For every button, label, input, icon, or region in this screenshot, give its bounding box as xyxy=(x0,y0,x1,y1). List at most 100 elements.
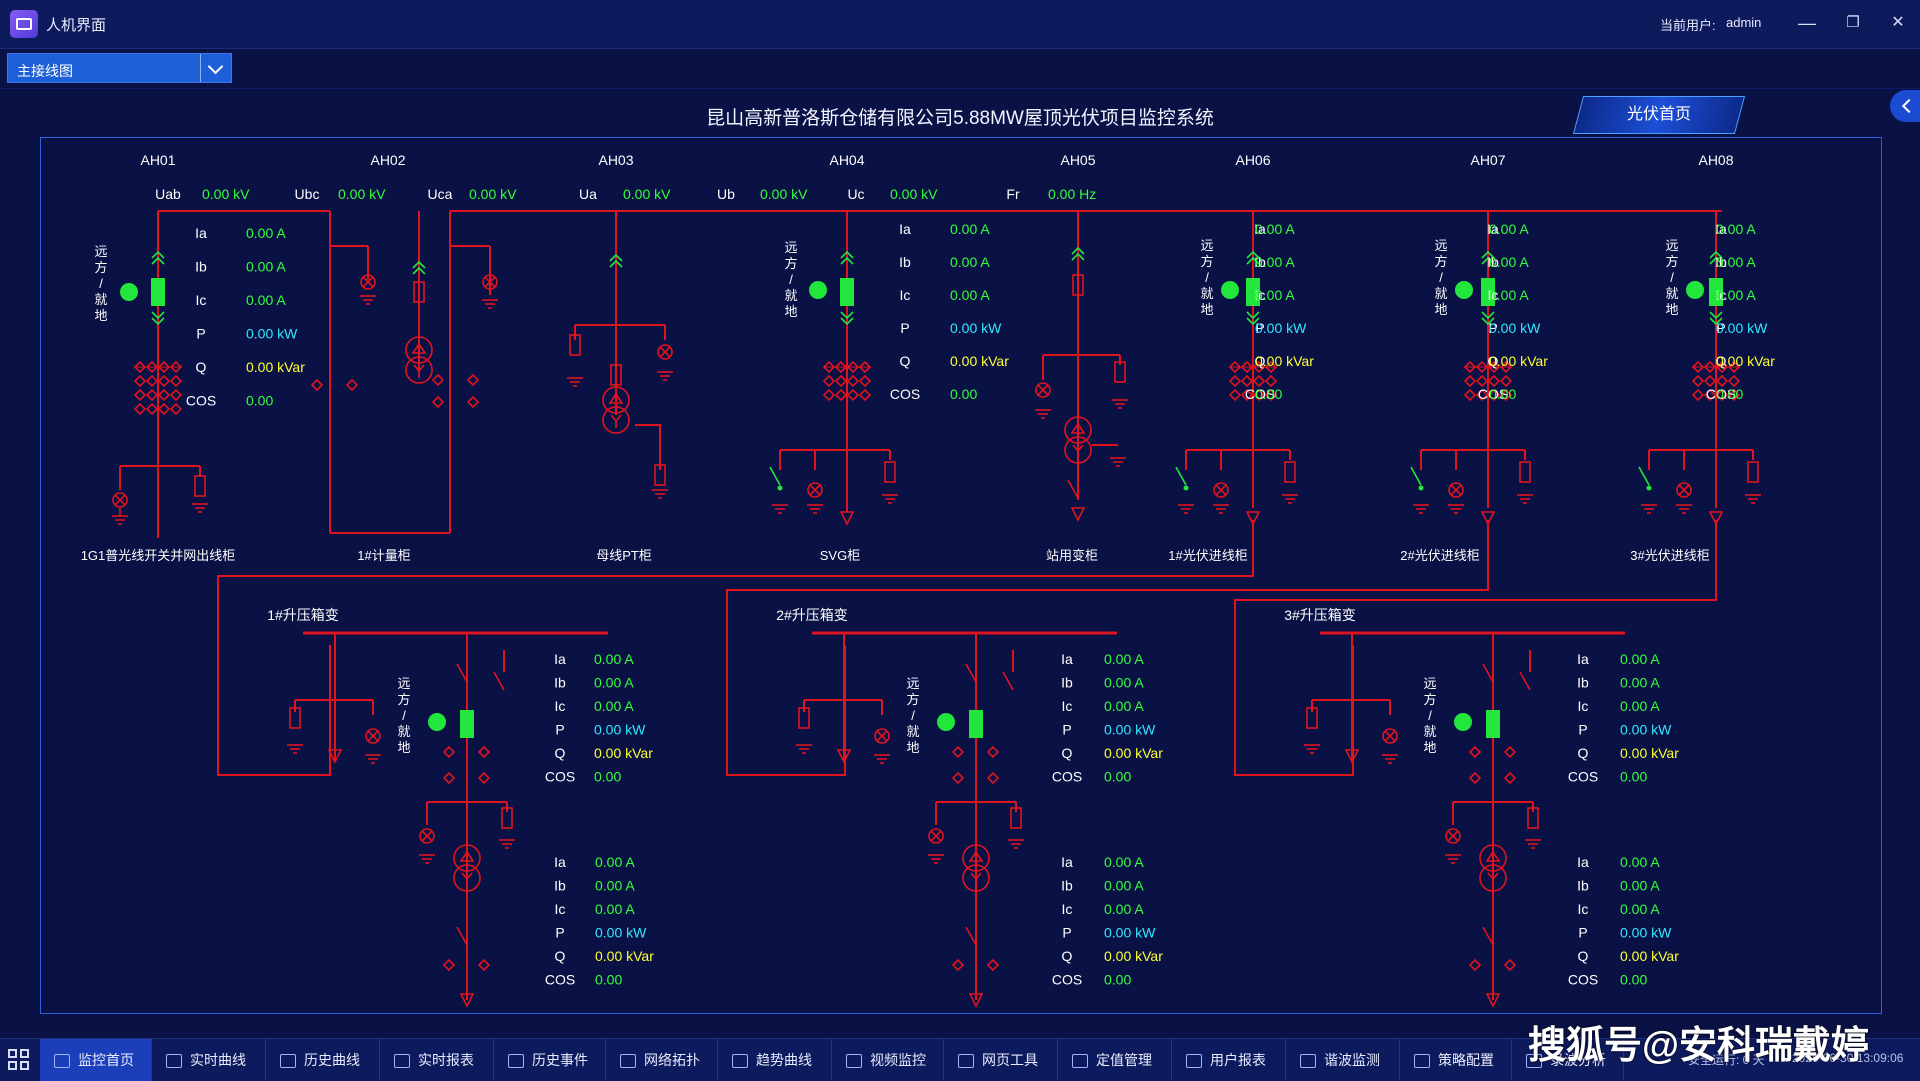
tx1-upper-value-cos: 0.00 xyxy=(594,769,621,785)
cabinet-code: AH02 xyxy=(370,152,405,168)
ah01-measure-label-q: Q xyxy=(196,359,207,375)
ah04-measure-label-ib: Ib xyxy=(899,254,911,270)
remote-local-label: 远 xyxy=(1200,238,1213,253)
taskbar-item-7[interactable]: 视频监控 xyxy=(832,1039,944,1081)
tx1-lower-value-cos: 0.00 xyxy=(595,972,622,988)
ah06-measure-value-ic: 0.00 A xyxy=(1255,287,1295,303)
tx2-lower-value-p: 0.00 kW xyxy=(1104,925,1156,941)
taskbar-item-label: 实时曲线 xyxy=(190,1052,246,1068)
taskbar-item-1[interactable]: 实时曲线 xyxy=(152,1039,266,1081)
tx3-upper-value-ia: 0.00 A xyxy=(1620,651,1660,667)
ground-icon xyxy=(482,299,498,309)
bus-measure-value: 0.00 kV xyxy=(202,186,250,202)
taskbar-item-2[interactable]: 历史曲线 xyxy=(266,1039,380,1081)
tx3-upper-value-ib: 0.00 A xyxy=(1620,675,1660,691)
status-indicator-icon xyxy=(809,281,827,299)
ground-icon xyxy=(1008,839,1024,849)
taskbar-item-icon xyxy=(1300,1054,1316,1069)
ground-icon xyxy=(112,515,128,525)
tx1-upper-label-ic: Ic xyxy=(555,698,566,714)
tx3-lower-value-p: 0.00 kW xyxy=(1620,925,1672,941)
switch-icon xyxy=(1410,466,1422,486)
tx3-lower-label-cos: COS xyxy=(1568,972,1598,988)
ah01-measure-value-cos: 0.00 xyxy=(246,393,273,409)
ground-icon xyxy=(1676,504,1692,514)
tx1-upper-label-cos: COS xyxy=(545,769,575,785)
cabinet-code: AH07 xyxy=(1470,152,1505,168)
cabinet-code: AH06 xyxy=(1235,152,1270,168)
taskbar-item-4[interactable]: 历史事件 xyxy=(494,1039,606,1081)
taskbar-item-3[interactable]: 实时报表 xyxy=(380,1039,494,1081)
taskbar-item-9[interactable]: 定值管理 xyxy=(1058,1039,1172,1081)
taskbar-item-icon xyxy=(394,1054,410,1069)
ground-icon xyxy=(1413,504,1429,514)
ground-icon xyxy=(1641,504,1657,514)
tx1-lower-value-ia: 0.00 A xyxy=(595,854,635,870)
switch-contact-icon xyxy=(1646,485,1652,491)
taskbar-item-5[interactable]: 网络拓扑 xyxy=(606,1039,718,1081)
tx3-upper-value-cos: 0.00 xyxy=(1620,769,1647,785)
tx2-lower-label-p: P xyxy=(1062,925,1071,941)
cabinet-name: 1#光伏进线柜 xyxy=(1168,548,1247,563)
tx1-upper-value-ia: 0.00 A xyxy=(594,651,634,667)
fuse-icon xyxy=(194,475,206,497)
remote-local-label: 方 xyxy=(906,692,919,707)
ground-icon xyxy=(1035,409,1051,419)
tx3-lower-label-ib: Ib xyxy=(1577,878,1589,894)
ah08-measure-value-ia: 0.00 A xyxy=(1716,221,1756,237)
taskbar-item-label: 历史曲线 xyxy=(304,1052,360,1068)
remote-local-label: 地 xyxy=(906,740,919,755)
cabinet-name: 2#光伏进线柜 xyxy=(1400,548,1479,563)
remote-local-label: 地 xyxy=(1434,302,1447,317)
breaker-closed-icon xyxy=(151,278,165,306)
tx2-upper-value-cos: 0.00 xyxy=(1104,769,1131,785)
tx2-upper-value-ib: 0.00 A xyxy=(1104,675,1144,691)
grid-menu-icon[interactable] xyxy=(8,1049,30,1071)
ground-icon xyxy=(499,839,515,849)
ah06-measure-value-p: 0.00 kW xyxy=(1255,320,1307,336)
tx2-upper-label-q: Q xyxy=(1062,745,1073,761)
ground-icon xyxy=(419,854,435,864)
ah01-measure-label-ib: Ib xyxy=(195,259,207,275)
taskbar-item-0[interactable]: 监控首页 xyxy=(40,1039,152,1081)
tx3-lower-value-ic: 0.00 A xyxy=(1620,901,1660,917)
taskbar-item-6[interactable]: 趋势曲线 xyxy=(718,1039,832,1081)
taskbar-item-10[interactable]: 用户报表 xyxy=(1172,1039,1286,1081)
ah04-measure-value-ic: 0.00 A xyxy=(950,287,990,303)
switch-contact-icon xyxy=(777,485,783,491)
ground-icon xyxy=(1110,457,1126,467)
ground-icon xyxy=(1448,504,1464,514)
tx2-lower-value-ia: 0.00 A xyxy=(1104,854,1144,870)
taskbar-item-8[interactable]: 网页工具 xyxy=(944,1039,1058,1081)
tx3-upper-label-p: P xyxy=(1578,722,1587,738)
current-transformer-icon xyxy=(419,828,435,844)
diagram-labels: AH01 AH02 AH03 AH04 AH05 AH06 AH07 AH08 Uab 0.00 … xyxy=(81,152,1776,988)
remote-local-label: / xyxy=(1670,270,1674,285)
remote-local-label: 就 xyxy=(397,724,410,739)
ah06-measure-value-ia: 0.00 A xyxy=(1255,221,1295,237)
switch-icon xyxy=(769,466,781,486)
ah01-measure-value-ib: 0.00 A xyxy=(246,259,286,275)
taskbar-item-icon xyxy=(280,1054,296,1069)
switch-icon xyxy=(965,926,977,946)
taskbar-item-label: 定值管理 xyxy=(1096,1052,1152,1068)
taskbar-item-12[interactable]: 策略配置 xyxy=(1400,1039,1512,1081)
ah01-measure-value-ia: 0.00 A xyxy=(246,225,286,241)
remote-local-label: 方 xyxy=(94,260,107,275)
ah07-measure-value-cos: 0.00 xyxy=(1489,386,1516,402)
wire-segment xyxy=(635,424,661,470)
bus-measure-label: Ua xyxy=(579,186,597,202)
fuse-icon xyxy=(1284,461,1296,483)
bus-measure-label: Uc xyxy=(847,186,864,202)
taskbar-item-11[interactable]: 谐波监测 xyxy=(1286,1039,1400,1081)
tx3-lower-label-ia: Ia xyxy=(1577,854,1589,870)
taskbar-item-icon xyxy=(620,1054,636,1069)
remote-local-label: 远 xyxy=(1423,676,1436,691)
tx1-upper-label-ia: Ia xyxy=(554,651,566,667)
breaker-closed-icon xyxy=(1486,710,1500,738)
ah04-measure-label-ia: Ia xyxy=(899,221,911,237)
ah01-measure-value-p: 0.00 kW xyxy=(246,326,298,342)
ah08-measure-value-cos: 0.00 xyxy=(1716,386,1743,402)
fuse-icon xyxy=(884,461,896,483)
tx1-upper-value-q: 0.00 kVar xyxy=(594,745,653,761)
